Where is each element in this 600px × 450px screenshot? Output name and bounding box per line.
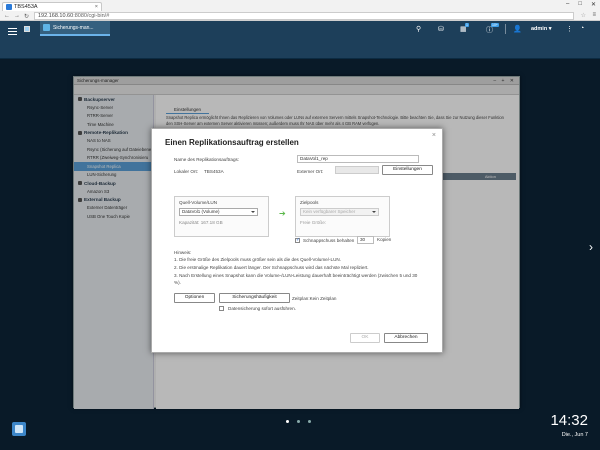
cancel-button[interactable]: Abbrechen — [384, 333, 428, 343]
close-window-button[interactable]: ✕ — [591, 1, 596, 8]
qnap-favicon-icon — [6, 4, 12, 10]
source-capacity: Kapazität: 167.18 GB — [179, 220, 223, 225]
volume-icon[interactable]: ⛁ — [438, 25, 444, 33]
notification-icon[interactable]: ⓘ 10+ — [486, 23, 499, 35]
keep-snapshot-count-input[interactable]: 30 — [357, 236, 374, 244]
create-replication-job-dialog: Einen Replikationsauftrag erstellen × Na… — [151, 128, 443, 353]
options-button[interactable]: Optionen — [174, 293, 215, 303]
tasks-badge: 1 — [465, 23, 469, 27]
background-tasks-icon[interactable]: ▦ 1 — [460, 23, 469, 33]
local-location-label: Lokaler Ort: — [174, 169, 198, 174]
options-icon[interactable]: ⋮ — [566, 25, 573, 33]
remote-settings-button[interactable]: Einstellungen — [382, 165, 433, 175]
url-input[interactable]: 192.168.10.60:8080/cgi-bin/# — [34, 12, 574, 20]
dialog-close-icon[interactable]: × — [432, 132, 436, 139]
job-name-label: Name des Replikationsauftrags: — [174, 157, 240, 162]
address-bar-row: ← → ↻ 192.168.10.60:8080/cgi-bin/# ☆ ≡ — [0, 11, 600, 21]
taskbar-app-backup-manager[interactable]: Sicherungs-man... — [40, 21, 110, 36]
replication-arrow-icon: ➔ — [279, 209, 286, 218]
recycle-bin-icon[interactable] — [12, 422, 26, 436]
job-name-input[interactable]: DataVol1_rep — [297, 155, 419, 163]
main-menu-icon[interactable] — [8, 28, 17, 35]
divider — [505, 24, 506, 34]
backup-manager-app-icon — [43, 24, 50, 31]
immediate-backup-label: Datensicherung sofort ausführen. — [228, 306, 296, 311]
source-label: Quell-Volume/LUN — [179, 200, 218, 205]
hint-2: 2. Die erstmalige Replikation dauert län… — [174, 265, 369, 270]
desktop-pager — [286, 420, 311, 423]
reload-icon[interactable]: ↻ — [24, 13, 29, 20]
remote-location-input — [335, 166, 379, 174]
desktop-page-dot[interactable] — [297, 420, 300, 423]
source-volume-select[interactable]: DataVol1 (Volume) — [179, 208, 258, 216]
schedule-text: Zeitplan:Kein Zeitplan — [292, 296, 337, 301]
show-desktop-icon[interactable] — [24, 26, 30, 32]
username: admin — [531, 26, 548, 32]
target-free-size: Freie Größe: — [300, 220, 327, 225]
chevron-down-icon — [251, 211, 255, 213]
dialog-title: Einen Replikationsauftrag erstellen — [165, 138, 299, 147]
back-icon[interactable]: ← — [4, 13, 10, 19]
qts-taskbar: Sicherungs-man... ⚲ ⛁ ▦ 1 ⓘ 10+ 👤 admin ▾ … — [0, 21, 600, 59]
target-pool-select[interactable]: Kein verfügbarer Speicher — [300, 208, 379, 216]
bookmark-star-icon[interactable]: ☆ — [581, 12, 586, 19]
desktop-page-dot[interactable] — [308, 420, 311, 423]
next-desktop-icon[interactable]: › — [589, 240, 593, 254]
hint-3: 3. Nach Erstellung eines Snapshot kann d… — [174, 273, 418, 278]
dashboard-icon[interactable]: ◔ — [580, 25, 584, 32]
notification-badge: 10+ — [491, 23, 499, 27]
search-icon[interactable]: ⚲ — [416, 25, 421, 33]
target-pool-placeholder: Kein verfügbarer Speicher — [303, 209, 356, 214]
target-label: Zielpools — [300, 200, 319, 205]
user-menu[interactable]: admin ▾ — [531, 26, 552, 32]
source-volume-value: DataVol1 (Volume) — [182, 209, 220, 214]
hint-3-cont: %). — [174, 280, 181, 285]
browser-menu-icon[interactable]: ≡ — [592, 12, 596, 18]
copies-label: Kopien — [377, 237, 392, 242]
hint-1: 1. Die freie Größe des Zielpools muss gr… — [174, 257, 341, 262]
chevron-down-icon — [372, 211, 376, 213]
clock-time: 14:32 — [550, 412, 588, 429]
remote-location-label: Externer Ort: — [297, 169, 324, 174]
backup-frequency-button[interactable]: Sicherungshäufigkeit — [219, 293, 290, 303]
close-tab-icon[interactable]: × — [95, 4, 98, 10]
keep-snapshot-checkbox[interactable] — [295, 237, 300, 243]
url-path: :8080/cgi-bin/# — [73, 13, 110, 19]
local-location-value: TBS453A — [204, 169, 224, 174]
hints-title: Hinweis: — [174, 250, 192, 255]
browser-chrome: TBS453A × – □ ✕ ← → ↻ 192.168.10.60:8080… — [0, 0, 600, 21]
immediate-backup-checkbox[interactable] — [219, 306, 224, 311]
taskbar-app-label: Sicherungs-man... — [53, 24, 94, 31]
window-controls: – □ ✕ — [566, 1, 596, 8]
keep-snapshot-label: Schnappschuss behalten — [303, 238, 355, 243]
maximize-window-button[interactable]: □ — [578, 1, 582, 8]
url-host: 192.168.10.60 — [38, 13, 74, 19]
user-caret-icon: ▾ — [548, 26, 552, 32]
desktop-page-dot[interactable] — [286, 420, 289, 423]
minimize-window-button[interactable]: – — [566, 1, 569, 8]
browser-tab[interactable]: TBS453A × — [2, 2, 102, 11]
browser-tab-title: TBS453A — [14, 4, 38, 10]
forward-icon[interactable]: → — [14, 13, 20, 19]
user-icon[interactable]: 👤 — [513, 25, 522, 33]
clock-date: Die., Jun 7 — [561, 432, 588, 438]
ok-button[interactable]: OK — [350, 333, 380, 343]
